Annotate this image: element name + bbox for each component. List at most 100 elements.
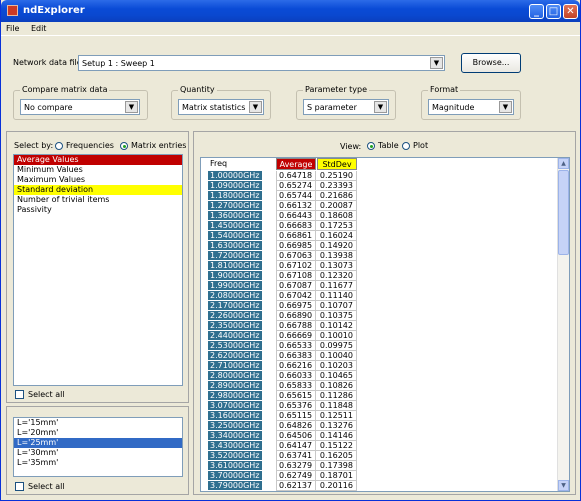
freq-cell[interactable]: 3.70000GHz	[208, 471, 263, 481]
freq-cell[interactable]: 2.35000GHz	[208, 321, 263, 331]
close-button[interactable]: ✕	[563, 4, 578, 19]
menu-file[interactable]: File	[1, 22, 23, 33]
chevron-down-icon[interactable]: ▼	[374, 101, 387, 113]
freq-cell[interactable]: 1.18000GHz	[208, 191, 263, 201]
radio-plot[interactable]	[402, 141, 410, 150]
average-cell[interactable]: 0.66861	[276, 231, 316, 241]
chevron-down-icon[interactable]: ▼	[125, 101, 138, 113]
browse-button[interactable]: Browse...	[461, 53, 521, 73]
stddev-cell[interactable]: 0.10203	[316, 361, 357, 371]
select-all-variations[interactable]: Select all	[15, 482, 65, 491]
statistics-list[interactable]: Average Values Minimum Values Maximum Va…	[13, 154, 183, 386]
stddev-cell[interactable]: 0.15122	[316, 441, 357, 451]
select-by-matrix[interactable]: Matrix entries	[120, 141, 186, 150]
list-item[interactable]: Maximum Values	[14, 175, 182, 185]
maximize-button[interactable]: □	[546, 4, 561, 19]
stddev-cell[interactable]: 0.12320	[316, 271, 357, 281]
stddev-cell[interactable]: 0.09975	[316, 341, 357, 351]
average-cell[interactable]: 0.65615	[276, 391, 316, 401]
freq-cell[interactable]: 1.45000GHz	[208, 221, 263, 231]
stddev-cell[interactable]: 0.13938	[316, 251, 357, 261]
param-combo[interactable]: S parameter ▼	[303, 99, 389, 115]
freq-cell[interactable]: 2.71000GHz	[208, 361, 263, 371]
average-cell[interactable]: 0.65274	[276, 181, 316, 191]
list-item[interactable]: Standard deviation	[14, 185, 182, 195]
list-item[interactable]: Number of trivial items	[14, 195, 182, 205]
average-cell[interactable]: 0.62137	[276, 481, 316, 491]
format-combo[interactable]: Magnitude ▼	[428, 99, 514, 115]
average-cell[interactable]: 0.65376	[276, 401, 316, 411]
view-plot-option[interactable]: Plot	[402, 141, 428, 150]
stddev-cell[interactable]: 0.10826	[316, 381, 357, 391]
average-cell[interactable]: 0.66216	[276, 361, 316, 371]
freq-cell[interactable]: 1.54000GHz	[208, 231, 263, 241]
select-by-frequencies[interactable]: Frequencies	[55, 141, 114, 150]
radio-matrix-entries[interactable]	[120, 141, 128, 150]
freq-cell[interactable]: 2.80000GHz	[208, 371, 263, 381]
freq-cell[interactable]: 3.52000GHz	[208, 451, 263, 461]
average-cell[interactable]: 0.66669	[276, 331, 316, 341]
minimize-button[interactable]: _	[529, 4, 544, 19]
freq-cell[interactable]: 3.79000GHz	[208, 481, 263, 491]
average-cell[interactable]: 0.63279	[276, 461, 316, 471]
average-cell[interactable]: 0.64718	[276, 171, 316, 181]
stddev-cell[interactable]: 0.10375	[316, 311, 357, 321]
stddev-cell[interactable]: 0.12511	[316, 411, 357, 421]
average-cell[interactable]: 0.67042	[276, 291, 316, 301]
average-cell[interactable]: 0.65833	[276, 381, 316, 391]
freq-cell[interactable]: 1.72000GHz	[208, 251, 263, 261]
freq-cell[interactable]: 1.99000GHz	[208, 281, 263, 291]
average-cell[interactable]: 0.66533	[276, 341, 316, 351]
results-table[interactable]: Freq Average StdDev 1.00000GHz 0.64718 0.2…	[200, 157, 570, 492]
select-all-stats[interactable]: Select all	[15, 390, 65, 399]
list-item[interactable]: L='25mm'	[14, 438, 182, 448]
stddev-cell[interactable]: 0.21686	[316, 191, 357, 201]
stddev-cell[interactable]: 0.11848	[316, 401, 357, 411]
list-item[interactable]: L='20mm'	[14, 428, 182, 438]
freq-cell[interactable]: 3.43000GHz	[208, 441, 263, 451]
stddev-cell[interactable]: 0.17398	[316, 461, 357, 471]
average-cell[interactable]: 0.67108	[276, 271, 316, 281]
average-cell[interactable]: 0.66033	[276, 371, 316, 381]
average-cell[interactable]: 0.67102	[276, 261, 316, 271]
stddev-cell[interactable]: 0.14920	[316, 241, 357, 251]
compare-combo[interactable]: No compare ▼	[20, 99, 140, 115]
stddev-cell[interactable]: 0.10010	[316, 331, 357, 341]
freq-cell[interactable]: 2.08000GHz	[208, 291, 263, 301]
freq-cell[interactable]: 1.63000GHz	[208, 241, 263, 251]
stddev-cell[interactable]: 0.20087	[316, 201, 357, 211]
freq-cell[interactable]: 1.36000GHz	[208, 211, 263, 221]
stddev-cell[interactable]: 0.23393	[316, 181, 357, 191]
stddev-cell[interactable]: 0.14146	[316, 431, 357, 441]
scroll-thumb[interactable]	[558, 170, 569, 255]
stddev-header[interactable]: StdDev	[317, 158, 357, 170]
stddev-cell[interactable]: 0.10040	[316, 351, 357, 361]
average-cell[interactable]: 0.66683	[276, 221, 316, 231]
list-item[interactable]: L='35mm'	[14, 458, 182, 468]
list-item[interactable]: Average Values	[14, 155, 182, 165]
stddev-cell[interactable]: 0.10142	[316, 321, 357, 331]
freq-cell[interactable]: 2.53000GHz	[208, 341, 263, 351]
average-cell[interactable]: 0.66443	[276, 211, 316, 221]
list-item[interactable]: L='30mm'	[14, 448, 182, 458]
freq-cell[interactable]: 2.44000GHz	[208, 331, 263, 341]
average-cell[interactable]: 0.66788	[276, 321, 316, 331]
chevron-down-icon[interactable]: ▼	[430, 57, 443, 69]
list-item[interactable]: Minimum Values	[14, 165, 182, 175]
average-cell[interactable]: 0.62749	[276, 471, 316, 481]
average-cell[interactable]: 0.66890	[276, 311, 316, 321]
freq-cell[interactable]: 2.98000GHz	[208, 391, 263, 401]
average-cell[interactable]: 0.65115	[276, 411, 316, 421]
average-cell[interactable]: 0.66383	[276, 351, 316, 361]
stddev-cell[interactable]: 0.11677	[316, 281, 357, 291]
stddev-cell[interactable]: 0.18608	[316, 211, 357, 221]
stddev-cell[interactable]: 0.13073	[316, 261, 357, 271]
list-item[interactable]: Passivity	[14, 205, 182, 215]
average-cell[interactable]: 0.64506	[276, 431, 316, 441]
stddev-cell[interactable]: 0.10465	[316, 371, 357, 381]
stddev-cell[interactable]: 0.16205	[316, 451, 357, 461]
stddev-cell[interactable]: 0.16024	[316, 231, 357, 241]
average-cell[interactable]: 0.64147	[276, 441, 316, 451]
variation-list[interactable]: L='15mm' L='20mm' L='25mm' L='30mm' L='3…	[13, 417, 183, 477]
list-item[interactable]: L='15mm'	[14, 418, 182, 428]
